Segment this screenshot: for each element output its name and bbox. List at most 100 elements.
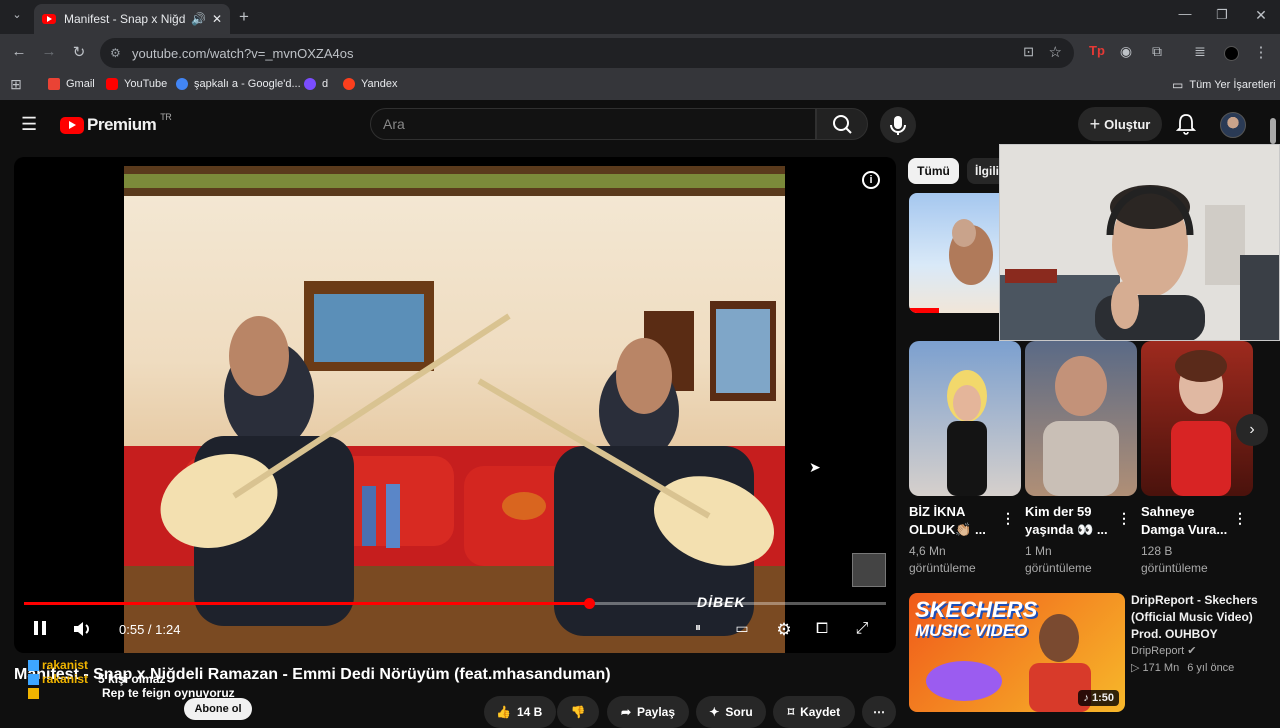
extension-cookie-icon[interactable]: ◉ (1115, 43, 1137, 60)
search-button[interactable] (816, 108, 868, 140)
microphone-icon (890, 116, 906, 135)
recommended-title[interactable]: DripReport - Skechers (Official Music Vi… (1131, 592, 1271, 643)
hamburger-menu-icon[interactable]: ☰ (21, 114, 37, 135)
page-scrollbar[interactable] (1270, 118, 1276, 144)
back-button[interactable]: ← (8, 43, 30, 60)
subscribe-button[interactable]: Abone ol (184, 698, 252, 720)
tab-title: Manifest - Snap x Niğdeli R (64, 12, 185, 26)
subtitles-icon[interactable]: ▭ (730, 620, 754, 637)
short-title[interactable]: BİZ İKNA OLDUK👏🏼 ... (909, 503, 1009, 539)
media-control-icon[interactable]: ≣ (1189, 43, 1211, 60)
youtube-header: ☰ Premium TR Ara + Oluştur (0, 100, 1280, 150)
fullscreen-icon[interactable]: ⤢ (850, 620, 874, 638)
all-bookmarks[interactable]: ▭ Tüm Yer İşaretleri (1172, 78, 1276, 92)
more-actions-button[interactable]: ⋯ (862, 696, 896, 728)
recommended-thumbnail[interactable]: SKECHERS MUSIC VIDEO ♪ 1:50 (909, 593, 1125, 712)
forward-button[interactable]: → (38, 43, 60, 60)
video-frame-image (124, 166, 785, 653)
address-bar[interactable]: ⚙ youtube.com/watch?v=_mvnOXZA4os ⊡ ☆ (100, 38, 1074, 68)
profile-avatar[interactable] (1224, 46, 1239, 61)
share-button[interactable]: ➦ Paylaş (607, 696, 689, 728)
webcam-image (1000, 145, 1279, 340)
new-tab-button[interactable]: + (233, 7, 255, 27)
shorts-next-button[interactable]: › (1236, 414, 1268, 446)
reload-button[interactable]: ↻ (68, 43, 90, 61)
bookmark-youtube[interactable]: YouTube (106, 78, 167, 90)
account-avatar[interactable] (1220, 112, 1246, 138)
like-button[interactable]: 👍 14 B (484, 696, 556, 728)
short-menu-icon[interactable]: ⋮ (1001, 510, 1015, 527)
install-app-icon[interactable]: ⊡ (1023, 44, 1034, 60)
pause-icon (34, 621, 46, 635)
short-title[interactable]: Kim der 59 yaşında 👀 ... (1025, 503, 1125, 539)
bookmark-google[interactable]: şapkalı a - Google'd... (176, 78, 301, 90)
short-menu-icon[interactable]: ⋮ (1233, 510, 1247, 527)
short-thumbnail[interactable] (1025, 341, 1137, 496)
audio-playing-icon[interactable]: 🔊 (191, 12, 206, 26)
extension-tp-icon[interactable]: Tp (1086, 43, 1108, 58)
browser-toolbar: ← → ↻ ⚙ youtube.com/watch?v=_mvnOXZA4os … (0, 34, 1280, 72)
mouse-cursor-icon: ➤ (809, 459, 821, 475)
restore-button[interactable]: ❐ (1211, 7, 1233, 23)
info-icon[interactable]: i (862, 171, 880, 189)
volume-button[interactable] (70, 620, 94, 643)
search-input[interactable]: Ara (370, 108, 816, 140)
youtube-favicon-icon (42, 14, 56, 24)
autoplay-toggle[interactable]: ⏸ (686, 620, 710, 635)
chat-message: rakanist (28, 658, 235, 672)
video-player[interactable]: i DİBEK 0:55 / 1:24 ⏸ ▭ ⚙ ⧠ ⤢ (14, 157, 896, 653)
close-window-button[interactable]: ✕ (1250, 7, 1272, 24)
plus-icon: + (1089, 113, 1101, 134)
bookmark-star-icon[interactable]: ☆ (1049, 43, 1062, 61)
browser-tab[interactable]: Manifest - Snap x Niğdeli R 🔊 ✕ (34, 4, 230, 34)
bookmark-gmail[interactable]: Gmail (48, 78, 95, 90)
pause-button[interactable] (28, 620, 52, 641)
site-info-icon[interactable]: ⚙ (110, 46, 121, 60)
discord-icon (304, 78, 316, 90)
close-tab-icon[interactable]: ✕ (212, 12, 222, 26)
recommended-meta: ▷ 171 Mn 6 yıl önce (1131, 662, 1235, 674)
extensions-puzzle-icon[interactable]: ⧉ (1146, 43, 1168, 60)
dislike-button[interactable]: 👎 (557, 696, 599, 728)
short-menu-icon[interactable]: ⋮ (1117, 510, 1131, 527)
end-card-thumbnail[interactable] (852, 553, 886, 587)
short-title[interactable]: Sahneye Damga Vura... (1141, 503, 1241, 539)
youtube-premium-logo[interactable]: Premium TR (60, 112, 172, 135)
bookmarks-bar: ⊞ Gmail YouTube şapkalı a - Google'd... … (0, 72, 1280, 100)
share-icon: ➦ (620, 705, 631, 719)
recommended-channel[interactable]: DripReport ✔ (1131, 644, 1196, 657)
ask-button[interactable]: ✦ Soru (696, 696, 766, 728)
youtube-play-icon (60, 116, 84, 134)
youtube-icon (106, 78, 118, 90)
settings-gear-icon[interactable]: ⚙ (772, 620, 796, 640)
folder-icon: ▭ (1172, 78, 1184, 92)
short-views: 128 Bgörüntüleme (1141, 544, 1208, 575)
tab-search-icon[interactable]: ⌄ (6, 8, 28, 21)
bookmark-d[interactable]: d (304, 78, 328, 90)
chrome-menu-icon[interactable]: ⋮ (1250, 43, 1272, 61)
video-frame (124, 166, 785, 653)
time-display: 0:55 / 1:24 (119, 622, 181, 637)
short-thumbnail[interactable] (909, 341, 1021, 496)
stream-chat-overlay: rakanist rakanist 5 kişi olmaz Rep te fei… (28, 658, 235, 700)
chat-badge-icon (28, 687, 39, 699)
video-thumbnail[interactable] (909, 193, 1009, 313)
short-views: 1 Mn görüntüleme (1025, 544, 1092, 575)
bookmark-yandex[interactable]: Yandex (343, 78, 398, 90)
chevron-right-icon: › (1249, 421, 1255, 438)
duration-badge: ♪ 1:50 (1078, 690, 1119, 706)
thumbnail-image (909, 219, 993, 313)
apps-grid-icon[interactable]: ⊞ (5, 76, 27, 93)
minimize-button[interactable]: — (1174, 6, 1196, 21)
thumbs-up-icon: 👍 (496, 705, 511, 719)
chip-all[interactable]: Tümü (908, 158, 959, 184)
short-thumbnail[interactable] (1141, 341, 1253, 496)
save-button[interactable]: ⌑ Kaydet (773, 696, 855, 728)
voice-search-button[interactable] (880, 107, 916, 143)
progress-scrubber[interactable] (584, 598, 595, 609)
create-button[interactable]: + Oluştur (1078, 107, 1162, 141)
miniplayer-icon[interactable]: ⧠ (810, 620, 834, 637)
music-note-icon: ♪ (1083, 692, 1092, 704)
notifications-bell-icon[interactable] (1175, 113, 1197, 140)
short-image (1171, 350, 1231, 496)
